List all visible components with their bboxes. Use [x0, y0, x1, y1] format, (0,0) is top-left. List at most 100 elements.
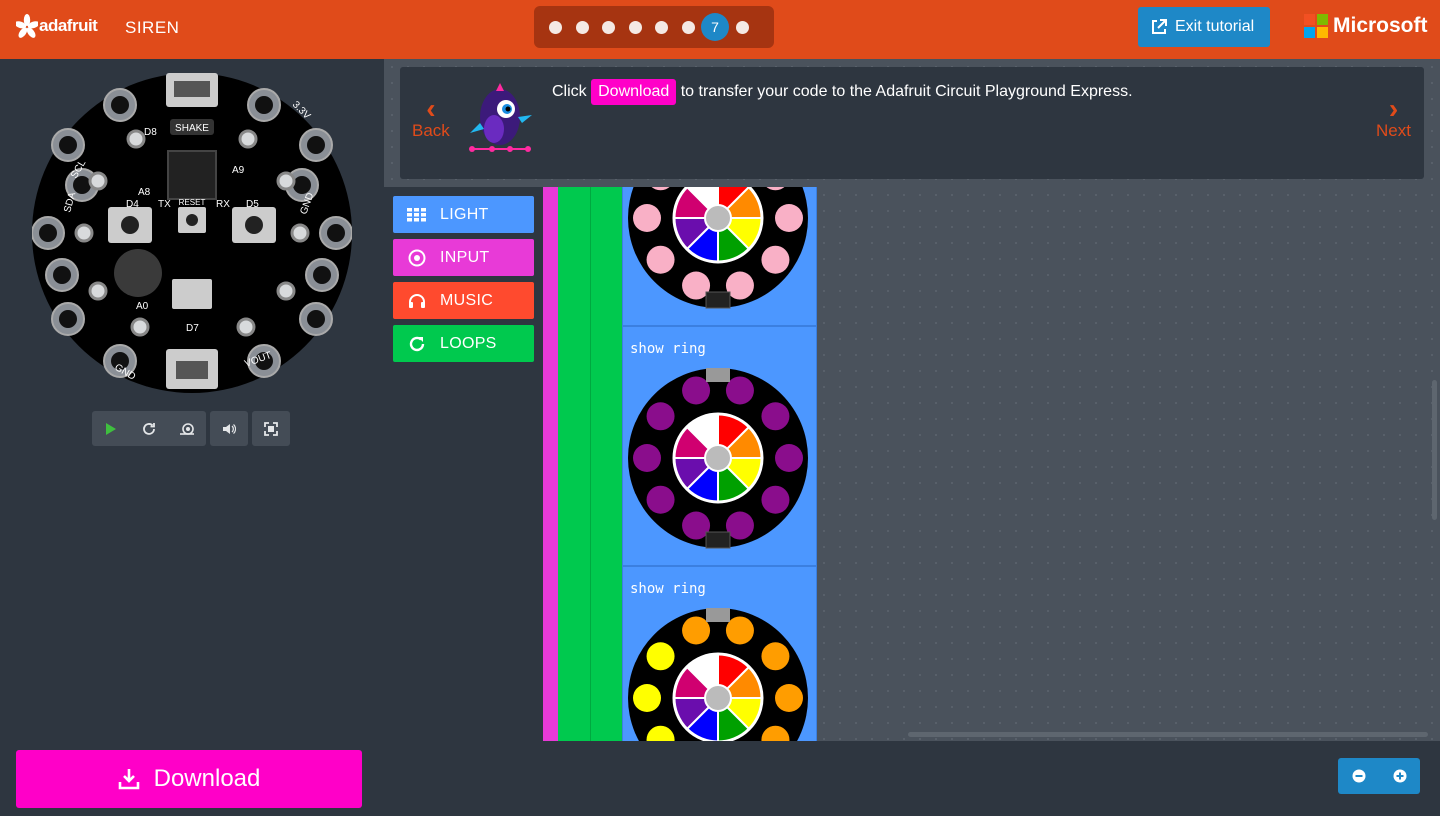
microsoft-grid-icon: [1304, 14, 1328, 38]
step-dot-4[interactable]: [628, 20, 642, 34]
workspace-horizontal-scrollbar[interactable]: [908, 732, 1428, 737]
led-pixel[interactable]: [633, 444, 661, 472]
tutorial-card: ‹ Back Click Download to transfer your c…: [400, 67, 1424, 179]
led-pixel[interactable]: [775, 204, 803, 232]
restart-button[interactable]: [130, 411, 168, 446]
circuit-playground-board[interactable]: SHAKE RESET D8A9A8 D4 D5TX RXA0D7 SCL SDA…: [32, 73, 352, 393]
slow-motion-button[interactable]: [168, 411, 206, 446]
tutorial-instruction: Click Download to transfer your code to …: [552, 79, 1133, 105]
download-label: Download: [153, 765, 261, 792]
bottom-bar: Download: [0, 741, 1440, 816]
led-ring-graphic: [628, 368, 808, 549]
plus-circle-icon: [1393, 769, 1406, 783]
simulator-toolbar: [92, 411, 294, 446]
led-pixel[interactable]: [761, 402, 790, 431]
category-label-music: MUSIC: [440, 291, 494, 309]
led-pixel[interactable]: [682, 376, 711, 405]
adafruit-wordmark: adafruit: [39, 16, 98, 35]
led-pixel[interactable]: [775, 444, 803, 472]
microsoft-logo[interactable]: Microsoft: [1304, 14, 1428, 38]
led-pixel[interactable]: [633, 204, 661, 232]
led-pixel[interactable]: [725, 376, 754, 405]
refresh-icon: [143, 422, 155, 435]
next-label: Next: [1376, 121, 1411, 140]
led-ring-graphic: [628, 608, 808, 741]
led-ring-graphic: [628, 187, 808, 309]
show-ring-block[interactable]: show ring: [622, 326, 817, 566]
led-pixel[interactable]: [725, 616, 754, 645]
tutorial-highlight-download: Download: [591, 79, 677, 105]
chevron-left-icon: ‹: [426, 93, 436, 124]
fullscreen-icon: [264, 421, 278, 436]
svg-text:A0: A0: [136, 301, 149, 312]
play-button[interactable]: [92, 411, 130, 446]
step-dot-8[interactable]: [736, 20, 749, 34]
step-dot-current[interactable]: 7: [701, 13, 729, 41]
tutorial-back-button[interactable]: ‹ Back: [412, 93, 450, 141]
svg-text:A9: A9: [232, 165, 245, 176]
category-label-loops: LOOPS: [440, 334, 497, 352]
project-name: SIREN: [125, 18, 180, 37]
download-button[interactable]: Download: [16, 750, 362, 808]
toolbox-category-input[interactable]: INPUT: [393, 239, 534, 276]
toolbox-category-music[interactable]: MUSIC: [393, 282, 534, 319]
block-stack: show ring show ring: [543, 187, 823, 741]
step-dot-2[interactable]: [575, 20, 589, 34]
category-label-light: LIGHT: [440, 205, 489, 223]
led-pixel[interactable]: [761, 642, 790, 671]
svg-text:TX: TX: [158, 199, 171, 210]
led-pixel[interactable]: [761, 245, 790, 274]
svg-text:D7: D7: [186, 323, 199, 334]
zoom-out-button[interactable]: [1338, 758, 1379, 794]
back-label: Back: [412, 121, 450, 140]
step-dot-3[interactable]: [602, 20, 615, 34]
show-ring-block[interactable]: show ring: [622, 566, 817, 741]
reset-label: RESET: [179, 198, 206, 207]
tutorial-next-button[interactable]: › Next: [1376, 95, 1411, 141]
step-dot-6[interactable]: [681, 20, 695, 34]
step-dot-5[interactable]: [655, 20, 668, 34]
led-pixel[interactable]: [646, 245, 675, 274]
led-pixel[interactable]: [775, 684, 803, 712]
svg-text:D5: D5: [246, 199, 259, 210]
snail-icon: [180, 422, 194, 435]
led-pixel[interactable]: [633, 684, 661, 712]
input-block-edge[interactable]: [543, 187, 558, 741]
tutorial-text-after: to transfer your code to the Adafruit Ci…: [680, 83, 1133, 100]
fullscreen-button[interactable]: [252, 411, 290, 446]
tutorial-step-indicator: 7: [534, 6, 774, 48]
led-pixel[interactable]: [646, 642, 675, 671]
toolbox-category-light[interactable]: LIGHT: [393, 196, 534, 233]
led-pixel[interactable]: [646, 402, 675, 431]
target-icon: [406, 247, 428, 269]
led-pixel[interactable]: [646, 485, 675, 514]
toolbox: LIGHT INPUT MUSIC LOOPS: [384, 187, 543, 741]
led-pixel[interactable]: [761, 485, 790, 514]
minus-circle-icon: [1352, 769, 1365, 783]
download-icon: [118, 769, 139, 790]
category-label-input: INPUT: [440, 248, 490, 266]
mute-button[interactable]: [210, 411, 248, 446]
adafruit-logo[interactable]: adafruit: [16, 14, 98, 38]
show-ring-block[interactable]: [622, 187, 817, 326]
led-ring-editor[interactable]: [628, 607, 810, 741]
shake-label: SHAKE: [175, 123, 209, 134]
show-ring-label: show ring: [630, 341, 706, 357]
led-ring-editor[interactable]: [628, 367, 810, 557]
led-ring-editor[interactable]: [628, 187, 810, 318]
zoom-in-button[interactable]: [1379, 758, 1420, 794]
adafruit-flower-icon: [16, 14, 38, 38]
headphones-icon: [406, 290, 428, 312]
sound-group: [210, 411, 248, 446]
step-dot-1[interactable]: [549, 20, 562, 34]
external-link-icon: [1152, 19, 1167, 34]
svg-text:RX: RX: [216, 199, 230, 210]
toolbox-category-loops[interactable]: LOOPS: [393, 325, 534, 362]
play-icon: [106, 422, 116, 435]
top-bar: adafruit SIREN 7 Exit tutorial Microsoft: [0, 0, 1440, 59]
led-pixel[interactable]: [682, 616, 711, 645]
simulator-panel: SHAKE RESET D8 A9 A8 D4 D5 TX RX A0 D7 SCL SDA…: [0, 59, 384, 741]
exit-tutorial-button[interactable]: Exit tutorial: [1138, 7, 1270, 47]
svg-text:D8: D8: [144, 127, 157, 138]
workspace-vertical-scrollbar[interactable]: [1432, 380, 1437, 520]
